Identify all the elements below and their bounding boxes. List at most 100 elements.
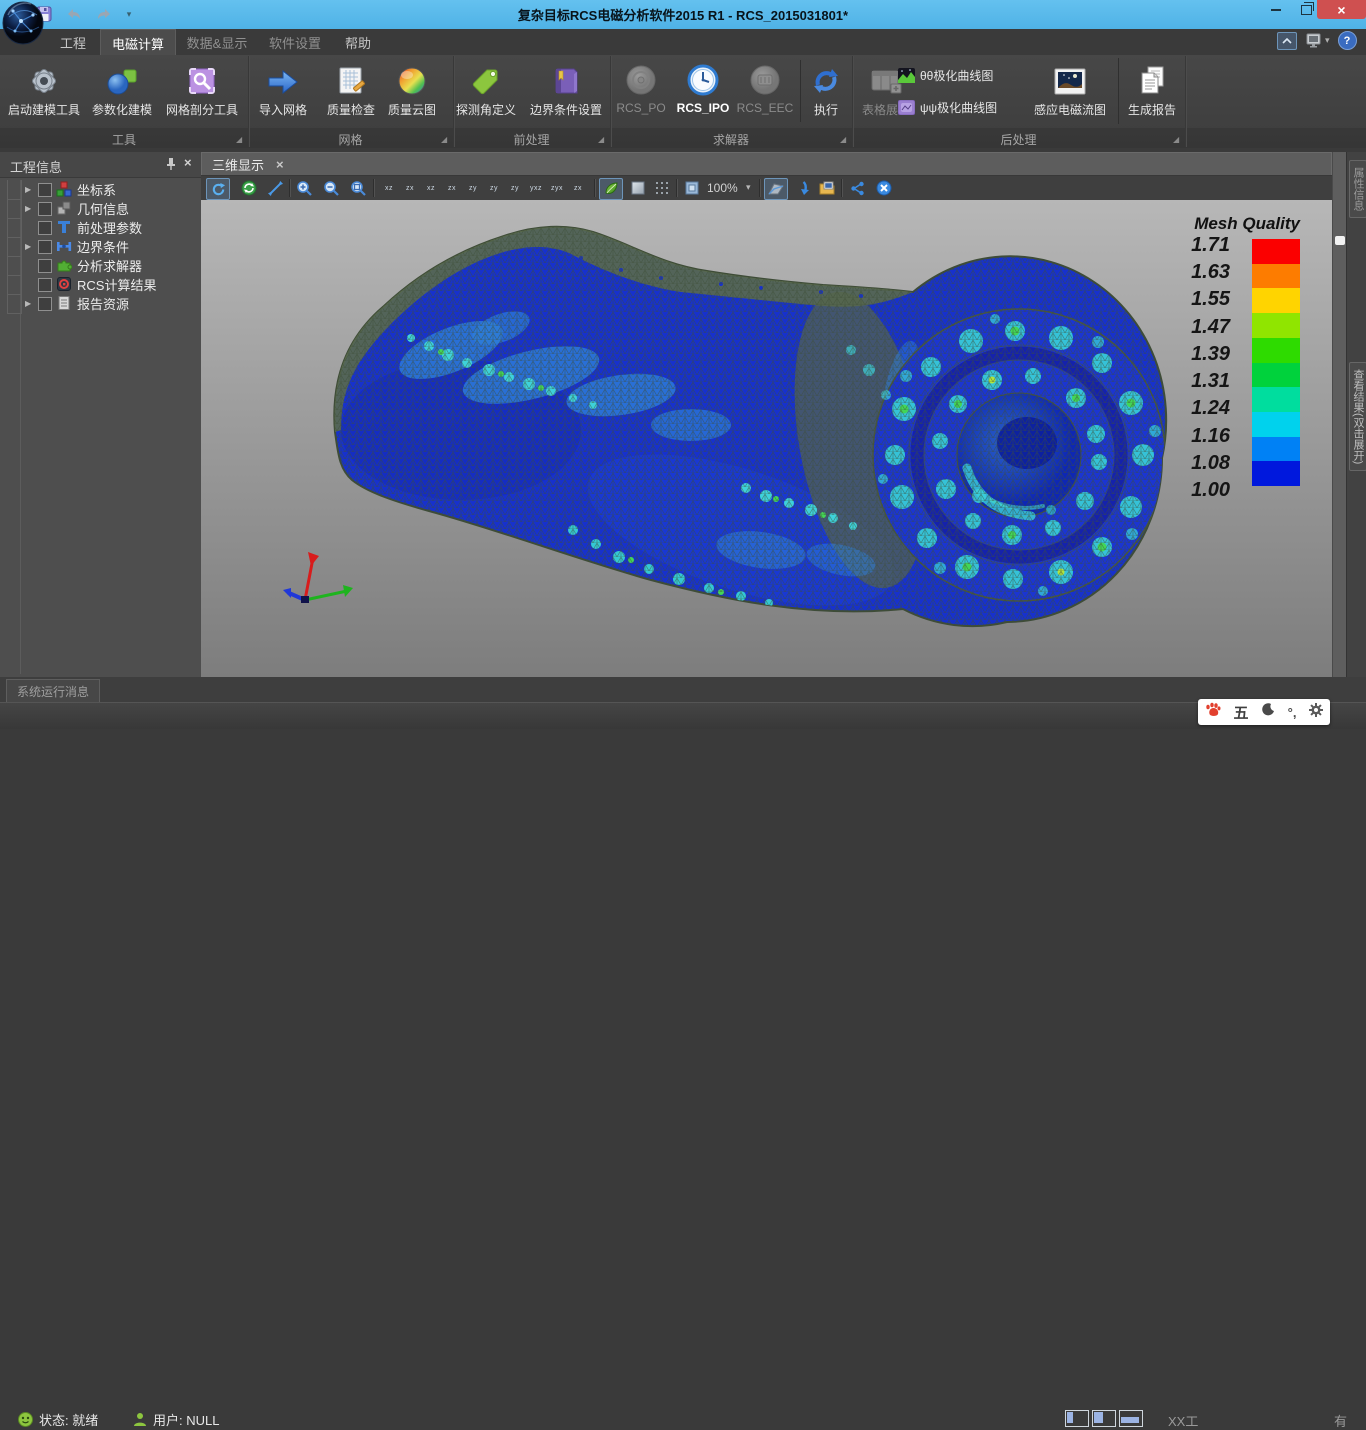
ime-settings-gear-icon[interactable]: [1309, 703, 1323, 722]
zoom-in-button[interactable]: [293, 178, 315, 198]
points-mode-button[interactable]: [651, 178, 673, 198]
ime-punct-toggle[interactable]: °,: [1288, 705, 1297, 720]
bottom-strip: 系统运行消息: [0, 677, 1366, 702]
quality-cloud-map-button[interactable]: 质量云图: [372, 57, 452, 118]
group-dialog-launcher[interactable]: ◢: [1173, 136, 1179, 144]
right-splitter[interactable]: [1332, 152, 1347, 677]
launch-modeling-tool-button[interactable]: 启动建模工具: [4, 57, 84, 118]
expander-icon[interactable]: ▶: [25, 185, 31, 194]
share-view-button[interactable]: [846, 178, 868, 198]
zoom-scale-button[interactable]: [681, 178, 703, 198]
group-dialog-launcher[interactable]: ◢: [236, 136, 242, 144]
tab-close-icon[interactable]: ×: [276, 157, 284, 172]
view-orientation-button[interactable]: xz: [379, 179, 399, 197]
tree-checkbox[interactable]: [38, 259, 52, 273]
tab-system-messages[interactable]: 系统运行消息: [6, 679, 100, 702]
layout-toggle-left[interactable]: [1065, 1410, 1089, 1427]
app-logo[interactable]: [1, 1, 45, 45]
tree-checkbox[interactable]: [38, 240, 52, 254]
zoom-out-button[interactable]: [320, 178, 342, 198]
minimize-button[interactable]: [1262, 0, 1290, 20]
view-orientation-button[interactable]: zx: [442, 179, 462, 197]
close-panel-button[interactable]: ×: [184, 155, 192, 170]
help-button[interactable]: ?: [1338, 31, 1357, 50]
menu-tab-project[interactable]: 工程: [50, 29, 96, 55]
view-orientation-button[interactable]: yxz: [526, 179, 546, 197]
zoom-level-dropdown[interactable]: ▾: [746, 182, 751, 193]
solver-puzzle-icon: [56, 257, 72, 273]
mesh-partition-tool-button[interactable]: 网格剖分工具: [160, 57, 244, 118]
layout-toggle-split[interactable]: [1092, 1410, 1116, 1427]
induced-current-map-button[interactable]: 感应电磁流图: [1028, 57, 1112, 118]
view-orientation-button[interactable]: zy: [484, 179, 504, 197]
display-style-button[interactable]: ▾: [1305, 33, 1330, 49]
parametric-modeling-button[interactable]: 参数化建模: [82, 57, 162, 118]
pin-panel-button[interactable]: [165, 157, 177, 176]
view-orientation-button[interactable]: xz: [421, 179, 441, 197]
window-title: 复杂目标RCS电磁分析软件2015 R1 - RCS_2015031801*: [0, 5, 1366, 24]
tree-item-4[interactable]: 分析求解器: [0, 256, 200, 275]
ime-logo-paw-icon[interactable]: [1205, 702, 1221, 722]
ime-moon-icon[interactable]: [1262, 703, 1275, 721]
menu-tab-em-compute[interactable]: 电磁计算: [100, 29, 176, 56]
theta-polarization-curve-button[interactable]: θθ极化曲线图: [898, 62, 997, 88]
generate-report-button[interactable]: 生成报告: [1112, 57, 1192, 118]
expander-icon[interactable]: ▶: [25, 204, 31, 213]
snapshot-button[interactable]: [816, 178, 838, 198]
tab-3d-display[interactable]: 三维显示 ×: [201, 152, 1332, 175]
tree-checkbox[interactable]: [38, 278, 52, 292]
tree-checkbox[interactable]: [38, 221, 52, 235]
tree-checkbox[interactable]: [38, 202, 52, 216]
menu-tab-settings[interactable]: 软件设置: [262, 29, 328, 55]
close-button[interactable]: ×: [1317, 0, 1366, 19]
restore-button[interactable]: [1292, 0, 1320, 20]
menu-tab-data-display[interactable]: 数据&显示: [180, 29, 254, 55]
tree-item-1[interactable]: ▶几何信息: [0, 199, 200, 218]
view-orientation-button[interactable]: zy: [505, 179, 525, 197]
3d-viewport-canvas[interactable]: Mesh Quality 1.71 1.63 1.55 1.47 1.39 1.…: [201, 200, 1332, 677]
section-clip-button[interactable]: [764, 178, 788, 200]
close-view-button[interactable]: [873, 178, 895, 198]
orbit-view-button[interactable]: [238, 178, 260, 198]
tree-item-0[interactable]: ▶坐标系: [0, 180, 200, 199]
tree-item-6[interactable]: ▶报告资源: [0, 294, 200, 313]
zoom-extents-button[interactable]: [347, 178, 369, 198]
tree-checkbox[interactable]: [38, 183, 52, 197]
psi-curve-icon: [898, 100, 915, 115]
collapse-ribbon-button[interactable]: [1277, 32, 1297, 50]
group-dialog-launcher[interactable]: ◢: [441, 136, 447, 144]
group-dialog-launcher[interactable]: ◢: [598, 136, 604, 144]
redo-button[interactable]: [94, 4, 114, 24]
tree-item-2[interactable]: 前处理参数: [0, 218, 200, 237]
ime-mode-char[interactable]: 五: [1234, 702, 1249, 723]
tree-item-3[interactable]: ▶边界条件: [0, 237, 200, 256]
splitter-thumb[interactable]: [1335, 236, 1345, 245]
rotate-view-button[interactable]: [206, 178, 230, 200]
undo-button[interactable]: [64, 4, 84, 24]
book-icon: [525, 57, 607, 97]
probe-angle-define-button[interactable]: 探测角定义: [446, 57, 526, 118]
view-orientation-button[interactable]: zx: [568, 179, 588, 197]
expander-icon[interactable]: ▶: [25, 242, 31, 251]
wireframe-mode-button[interactable]: [627, 178, 649, 198]
shaded-mode-button[interactable]: [599, 178, 623, 200]
group-dialog-launcher[interactable]: ◢: [840, 136, 846, 144]
view-orientation-button[interactable]: zy: [463, 179, 483, 197]
qat-customize-button[interactable]: ▾: [124, 4, 134, 24]
tree-item-5[interactable]: RCS计算结果: [0, 275, 200, 294]
import-view-button[interactable]: [792, 178, 814, 198]
tab-property-info[interactable]: 属性信息: [1349, 160, 1366, 218]
expander-icon[interactable]: ▶: [25, 299, 31, 308]
ribbon-group-label-mesh: 网格: [248, 131, 453, 148]
tree-checkbox[interactable]: [38, 297, 52, 311]
view-orientation-button[interactable]: zx: [400, 179, 420, 197]
tree-item-label: RCS计算结果: [77, 275, 156, 294]
boundary-condition-settings-button[interactable]: 边界条件设置: [525, 57, 607, 118]
menu-tab-help[interactable]: 帮助: [338, 29, 378, 55]
pan-zoom-button[interactable]: [264, 178, 286, 198]
layout-toggle-bottom[interactable]: [1119, 1410, 1143, 1427]
scale-square-icon: [685, 181, 699, 195]
psi-polarization-curve-button[interactable]: ψψ极化曲线图: [898, 94, 997, 120]
tab-view-results[interactable]: 查看结果(双击展开): [1349, 362, 1366, 471]
view-orientation-button[interactable]: zyx: [547, 179, 567, 197]
